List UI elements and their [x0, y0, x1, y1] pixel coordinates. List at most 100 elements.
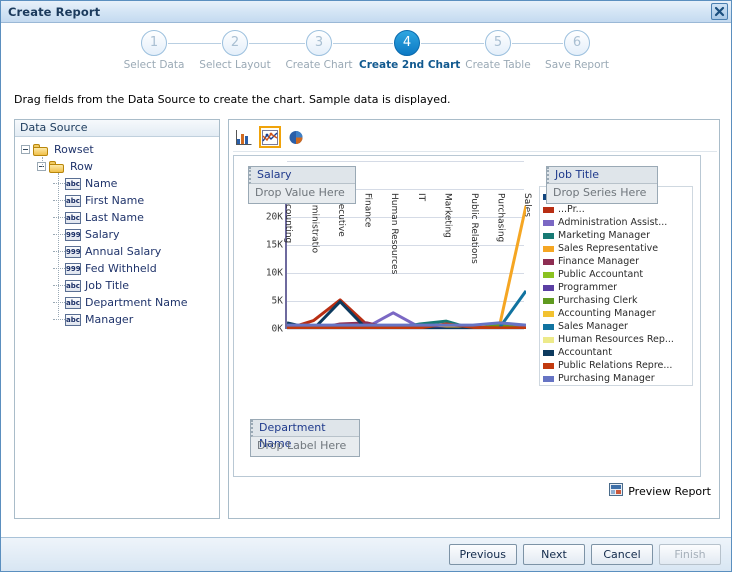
tree-item-rowset[interactable]: Rowset: [15, 141, 219, 158]
number-field-icon: 999: [65, 228, 81, 241]
tree-item-label: Row: [70, 160, 93, 173]
next-button[interactable]: Next: [523, 544, 585, 565]
drop-target-value[interactable]: Salary Drop Value Here: [248, 166, 356, 204]
text-field-icon: abc: [65, 211, 81, 224]
tree-expander-icon[interactable]: [21, 145, 30, 154]
tree-connector: [53, 302, 65, 303]
tree-item-label: Manager: [85, 313, 134, 326]
tree-item-job-title[interactable]: abc Job Title: [15, 277, 219, 294]
drop-target-label-hint: Drop Label Here: [251, 437, 359, 456]
legend-swatch: [543, 362, 554, 369]
drop-target-label[interactable]: Department Name Drop Label Here: [250, 419, 360, 457]
toolbar-divider: [233, 151, 717, 152]
legend-label: Purchasing Manager: [558, 373, 655, 384]
drop-target-label-title: Department Name: [251, 420, 359, 450]
tree-item-first-name[interactable]: abc First Name: [15, 192, 219, 209]
plot-area: 0K 5K 10K 15K 20K Accounting Administratio Exe…: [266, 161, 532, 335]
y-axis-tick-label: 10K: [265, 267, 283, 279]
wizard-step-label: Save Report: [545, 59, 609, 71]
legend-label: Sales Manager: [558, 321, 628, 332]
chart-preview: 0K 5K 10K 15K 20K Accounting Administratio Exe…: [233, 155, 701, 477]
number-field-icon: 999: [65, 245, 81, 258]
legend-item: Public Relations Repre...: [543, 359, 690, 372]
legend-swatch: [543, 258, 554, 265]
wizard-step-6[interactable]: 6 Save Report: [529, 30, 625, 71]
legend-item: Accountant: [543, 346, 690, 359]
cancel-button[interactable]: Cancel: [591, 544, 653, 565]
legend-label: Accountant: [558, 347, 612, 358]
tree-item-label: Salary: [85, 228, 120, 241]
tree-connector: [53, 268, 65, 269]
legend-label: Sales Representative: [558, 243, 659, 254]
wizard-step-label: Create Chart: [285, 59, 353, 71]
preview-report-label: Preview Report: [628, 484, 711, 498]
pie-chart-icon[interactable]: [285, 126, 307, 148]
tree-item-label: Job Title: [85, 279, 130, 292]
legend-swatch: [543, 297, 554, 304]
legend-label: Administration Assist...: [558, 217, 668, 228]
tree-item-last-name[interactable]: abc Last Name: [15, 209, 219, 226]
text-field-icon: abc: [65, 279, 81, 292]
dialog-button-bar: Previous Next Cancel Finish: [1, 537, 731, 571]
tree-item-department-name[interactable]: abc Department Name: [15, 294, 219, 311]
legend-item: Public Accountant: [543, 268, 690, 281]
legend-swatch: [543, 206, 554, 213]
preview-report-link[interactable]: Preview Report: [609, 483, 711, 499]
line-chart-icon[interactable]: [259, 126, 281, 148]
tree-item-annual-salary[interactable]: 999 Annual Salary: [15, 243, 219, 260]
legend-swatch: [543, 284, 554, 291]
wizard-step-2[interactable]: 2 Select Layout: [187, 30, 283, 71]
tree-item-label: Fed Withheld: [85, 262, 157, 275]
title-bar: Create Report: [1, 1, 731, 23]
legend-item: Administration Assist...: [543, 216, 690, 229]
legend-item: Programmer: [543, 281, 690, 294]
tree-connector: [53, 319, 65, 320]
chart-type-toolbar: [233, 124, 311, 150]
data-source-tree[interactable]: Rowset Row abc Name abc First Name abc Last Nam…: [15, 137, 219, 328]
legend-swatch: [543, 232, 554, 239]
tree-item-salary[interactable]: 999 Salary: [15, 226, 219, 243]
drop-target-series[interactable]: Job Title Drop Series Here: [546, 166, 658, 204]
legend-swatch: [543, 336, 554, 343]
tree-connector: [53, 285, 65, 286]
legend-label: Public Accountant: [558, 269, 644, 280]
legend-swatch: [543, 245, 554, 252]
wizard-step-connector: [333, 43, 393, 44]
preview-report-icon: [609, 483, 624, 499]
wizard-step-3[interactable]: 3 Create Chart: [271, 30, 367, 71]
tree-connector: [53, 183, 65, 184]
wizard-step-number: 1: [141, 30, 167, 56]
legend-item: Purchasing Manager: [543, 372, 690, 385]
legend-swatch: [543, 375, 554, 382]
drop-target-value-title: Salary: [249, 167, 355, 184]
tree-item-manager[interactable]: abc Manager: [15, 311, 219, 328]
legend-label: Marketing Manager: [558, 230, 651, 241]
tree-guide-line: [58, 173, 59, 317]
tree-item-label: First Name: [85, 194, 145, 207]
legend-swatch: [543, 271, 554, 278]
tree-item-label: Annual Salary: [85, 245, 162, 258]
gridline: [287, 161, 524, 162]
previous-button[interactable]: Previous: [448, 544, 517, 565]
legend-swatch: [543, 219, 554, 226]
folder-icon: [33, 143, 48, 156]
legend-swatch: [543, 349, 554, 356]
y-axis-tick-label: 20K: [265, 211, 283, 223]
wizard-step-4[interactable]: 4 Create 2nd Chart: [359, 30, 460, 71]
tree-item-fed-withheld[interactable]: 999 Fed Withheld: [15, 260, 219, 277]
page-title: Create Report: [8, 4, 101, 19]
legend-label: Accounting Manager: [558, 308, 656, 319]
tree-item-name[interactable]: abc Name: [15, 175, 219, 192]
chart-legend: ...at......Pr...Administration Assist...…: [539, 186, 693, 386]
tree-connector: [53, 251, 65, 252]
wizard-step-number: 3: [306, 30, 332, 56]
close-icon[interactable]: [711, 3, 728, 20]
y-axis-tick-label: 15K: [265, 239, 283, 251]
y-axis-tick-label: 0K: [271, 323, 283, 335]
bar-chart-icon[interactable]: [233, 126, 255, 148]
tree-item-label: Rowset: [54, 143, 94, 156]
series-line: [287, 205, 526, 328]
finish-button: Finish: [659, 544, 721, 565]
series-lines: [287, 205, 526, 329]
tree-item-row[interactable]: Row: [15, 158, 219, 175]
